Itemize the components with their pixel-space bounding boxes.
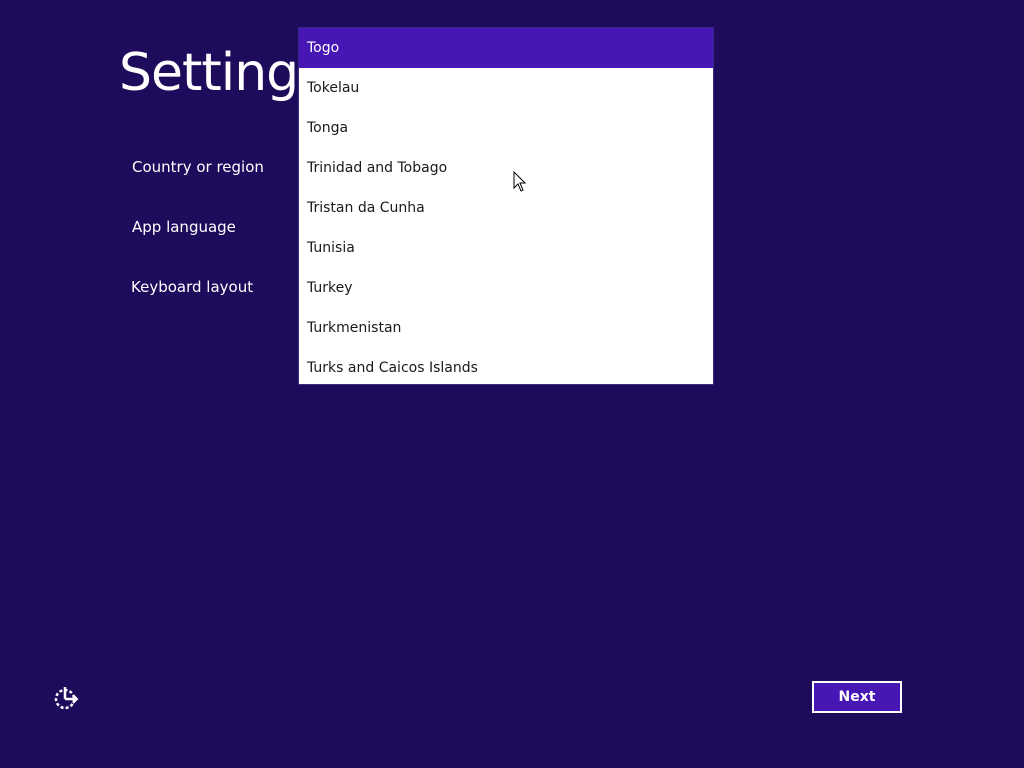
country-option-tokelau[interactable]: Tokelau (299, 68, 713, 108)
country-option-turks-and-caicos[interactable]: Turks and Caicos Islands (299, 348, 713, 384)
country-dropdown-list[interactable]: Togo Tokelau Tonga Trinidad and Tobago T… (298, 27, 714, 385)
country-option-tunisia[interactable]: Tunisia (299, 228, 713, 268)
page-title: Settings (119, 43, 325, 103)
country-region-label: Country or region (132, 158, 264, 176)
country-option-trinidad-and-tobago[interactable]: Trinidad and Tobago (299, 148, 713, 188)
mouse-pointer-icon (513, 171, 527, 192)
keyboard-layout-label: Keyboard layout (131, 278, 254, 296)
country-option-togo[interactable]: Togo (299, 28, 713, 68)
ease-of-access-icon[interactable] (52, 684, 80, 712)
app-language-label: App language (132, 218, 236, 236)
country-option-turkmenistan[interactable]: Turkmenistan (299, 308, 713, 348)
country-option-tonga[interactable]: Tonga (299, 108, 713, 148)
next-button[interactable]: Next (812, 681, 902, 713)
country-option-turkey[interactable]: Turkey (299, 268, 713, 308)
country-option-tristan-da-cunha[interactable]: Tristan da Cunha (299, 188, 713, 228)
setup-screen: Settings Country or region App language … (0, 0, 1024, 768)
